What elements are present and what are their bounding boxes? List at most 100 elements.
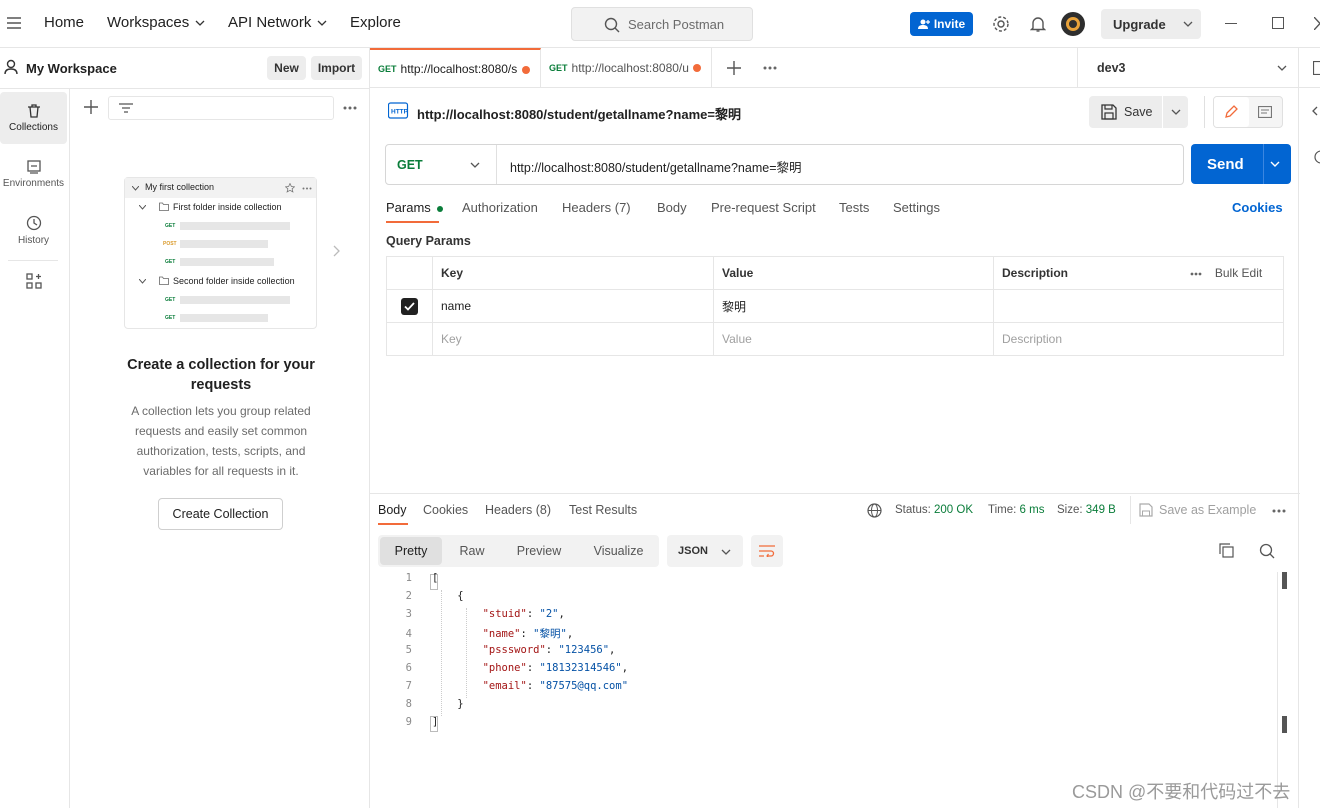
filter-input[interactable]	[108, 96, 334, 120]
add-tab-icon[interactable]	[727, 61, 741, 75]
minimize-icon[interactable]	[1225, 23, 1237, 24]
url-input[interactable]: http://localhost:8080/student/getallname…	[510, 157, 802, 176]
chevron-down-icon[interactable]	[1171, 109, 1181, 115]
chevron-down-icon	[317, 20, 327, 26]
view-pretty[interactable]: Pretty	[380, 537, 442, 565]
bulk-edit-button[interactable]: Bulk Edit	[1215, 266, 1262, 280]
table-row: name 黎明	[386, 289, 1284, 323]
status-value[interactable]: 200 OK	[934, 504, 973, 516]
param-description-cell[interactable]	[993, 289, 1284, 323]
save-button[interactable]: Save	[1089, 96, 1188, 128]
chevron-left-icon[interactable]	[1312, 106, 1318, 116]
scrollbar-thumb[interactable]	[1282, 716, 1287, 733]
create-collection-button[interactable]: Create Collection	[158, 498, 283, 530]
tab-body[interactable]: Body	[657, 200, 687, 215]
maximize-icon[interactable]	[1272, 17, 1284, 29]
nav-explore[interactable]: Explore	[350, 14, 401, 31]
collection-preview: My first collection First folder inside …	[124, 177, 317, 329]
save-icon	[1101, 104, 1117, 120]
sidebar-item-history[interactable]: History	[0, 204, 67, 256]
tab-request-2[interactable]: GET http://localhost:8080/u	[541, 48, 712, 88]
view-raw[interactable]: Raw	[447, 536, 497, 566]
response-tab-cookies[interactable]: Cookies	[423, 503, 468, 517]
view-preview[interactable]: Preview	[503, 536, 575, 566]
time-value[interactable]: 6 ms	[1020, 504, 1045, 516]
comment-icon[interactable]	[1258, 106, 1272, 118]
grid-add-icon	[25, 273, 42, 289]
nav-workspaces[interactable]: Workspaces	[107, 14, 205, 31]
import-button[interactable]: Import	[311, 56, 362, 80]
sidebar-item-apps[interactable]	[0, 265, 67, 297]
view-label: Visualize	[593, 544, 644, 558]
scrollbar-thumb[interactable]	[1282, 572, 1287, 589]
chevron-down-icon[interactable]	[1270, 161, 1280, 167]
param-value-cell[interactable]: 黎明	[713, 289, 994, 323]
url-bar: GET http://localhost:8080/student/getall…	[385, 144, 1184, 185]
info-icon[interactable]	[1314, 150, 1320, 164]
placeholder-bar	[180, 258, 274, 266]
response-tab-test-results[interactable]: Test Results	[569, 503, 637, 517]
code-line: 3 "stuid": "2",	[405, 608, 565, 620]
tab-params[interactable]: Params	[386, 200, 444, 215]
param-value-placeholder[interactable]: Value	[713, 322, 994, 356]
more-icon[interactable]	[343, 106, 357, 110]
environment-select[interactable]: dev3	[1078, 48, 1298, 88]
format-label: JSON	[678, 545, 708, 557]
status-dot	[437, 205, 444, 212]
copy-icon[interactable]	[1219, 543, 1234, 558]
environment-quick-look-icon[interactable]	[1313, 61, 1320, 75]
tab-authorization[interactable]: Authorization	[462, 200, 538, 215]
tab-pre-request-script[interactable]: Pre-request Script	[711, 200, 816, 215]
search-input[interactable]: Search Postman	[571, 7, 753, 41]
request-title[interactable]: http://localhost:8080/student/getallname…	[417, 104, 741, 123]
tab-settings-label: Settings	[893, 200, 940, 215]
empty-state-description: A collection lets you group related requ…	[131, 404, 311, 478]
nav-api-network[interactable]: API Network	[228, 14, 327, 31]
table-header-row: Key Value Description Bulk Edit	[386, 256, 1284, 290]
response-tab-body[interactable]: Body	[378, 503, 407, 517]
bell-icon[interactable]	[1030, 15, 1046, 33]
checkbox-checked[interactable]	[401, 297, 418, 315]
sidebar-item-environments[interactable]: Environments	[0, 148, 67, 200]
method-badge: POST	[163, 241, 177, 247]
param-key-cell[interactable]: name	[432, 289, 714, 323]
edit-mode-button[interactable]	[1214, 97, 1249, 127]
add-collection-icon[interactable]	[84, 100, 98, 114]
response-tab-headers[interactable]: Headers (8)	[485, 503, 551, 517]
menu-icon[interactable]	[7, 17, 21, 29]
send-button[interactable]: Send	[1191, 144, 1291, 184]
method-select[interactable]: GET	[386, 145, 496, 184]
unsaved-dot	[693, 64, 701, 72]
param-key-placeholder[interactable]: Key	[432, 322, 714, 356]
gear-icon[interactable]	[992, 15, 1010, 33]
more-icon[interactable]	[1190, 272, 1202, 276]
params-table: Key Value Description Bulk Edit name 黎明 …	[386, 256, 1284, 356]
new-button[interactable]: New	[267, 56, 306, 80]
globe-icon[interactable]	[867, 503, 882, 518]
close-icon[interactable]	[1314, 17, 1320, 30]
tab-settings[interactable]: Settings	[893, 200, 940, 215]
wrap-lines-button[interactable]	[751, 535, 783, 567]
search-icon[interactable]	[1259, 543, 1275, 559]
size-label: Size:	[1057, 504, 1083, 516]
active-tab-underline	[378, 523, 408, 525]
view-visualize[interactable]: Visualize	[581, 536, 656, 566]
tab-headers[interactable]: Headers (7)	[562, 200, 631, 215]
watermark: CSDN @不要和代码过不去	[1072, 782, 1291, 802]
more-icon[interactable]	[763, 66, 777, 70]
tab-tests-label: Tests	[839, 200, 870, 215]
invite-button[interactable]: Invite	[910, 12, 973, 36]
save-as-example-button[interactable]: Save as Example	[1139, 503, 1256, 517]
avatar[interactable]	[1060, 11, 1086, 37]
format-select[interactable]: JSON	[667, 535, 743, 567]
cookies-link[interactable]: Cookies	[1232, 200, 1283, 215]
size-value[interactable]: 349 B	[1086, 504, 1116, 516]
sidebar-item-collections[interactable]: Collections	[0, 92, 67, 144]
tab-tests[interactable]: Tests	[839, 200, 869, 215]
more-icon[interactable]	[1272, 509, 1286, 513]
upgrade-button[interactable]: Upgrade	[1101, 9, 1201, 39]
divider	[1263, 144, 1264, 184]
tab-request-1[interactable]: GET http://localhost:8080/s	[370, 48, 541, 88]
nav-home[interactable]: Home	[44, 14, 84, 31]
param-description-placeholder[interactable]: Description	[993, 322, 1284, 356]
